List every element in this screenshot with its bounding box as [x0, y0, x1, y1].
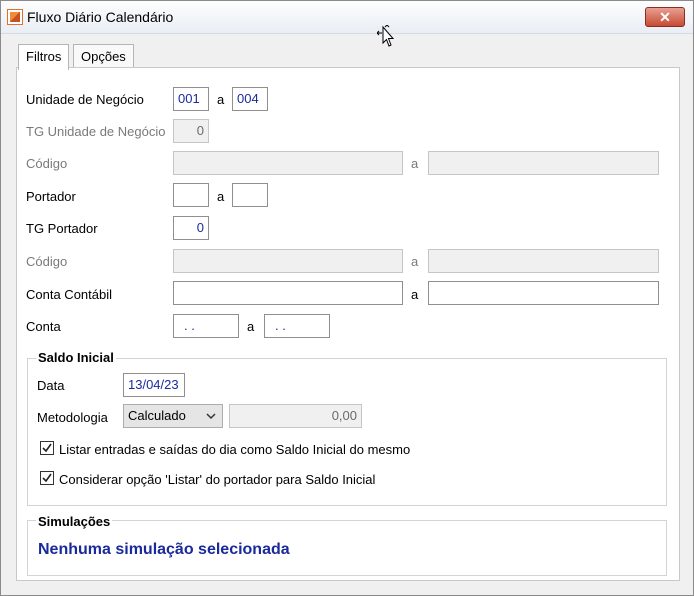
- window-title: Fluxo Diário Calendário: [27, 9, 174, 25]
- tab-filtros[interactable]: Filtros: [18, 44, 70, 70]
- tab-filtros-label: Filtros: [26, 49, 62, 64]
- conta-to-input[interactable]: . .: [264, 314, 330, 338]
- tg-portador-label: TG Portador: [26, 221, 98, 236]
- title-bar[interactable]: Fluxo Diário Calendário ✕: [1, 1, 693, 34]
- codigo-1-label: Código: [26, 156, 68, 171]
- app-icon: [7, 9, 23, 25]
- move-cursor-icon: [377, 25, 395, 47]
- tg-unidade-label: TG Unidade de Negócio: [26, 124, 166, 139]
- metodologia-value: Calculado: [128, 408, 186, 423]
- portador-from-input[interactable]: [173, 183, 209, 207]
- codigo-1-to-input[interactable]: [428, 151, 659, 175]
- unidade-label: Unidade de Negócio: [26, 92, 144, 107]
- conta-contabil-sep: a: [411, 287, 419, 302]
- conta-contabil-from-input[interactable]: [173, 281, 403, 305]
- codigo-2-to-input[interactable]: [428, 249, 659, 273]
- tab-opcoes-label: Opções: [81, 49, 126, 64]
- check-icon: [42, 443, 52, 453]
- valor-input[interactable]: 0,00: [229, 404, 362, 428]
- saldo-inicial-title: Saldo Inicial: [36, 350, 116, 365]
- considerar-listar-label[interactable]: Considerar opção 'Listar' do portador pa…: [59, 472, 375, 487]
- listar-entradas-label[interactable]: Listar entradas e saídas do dia como Sal…: [59, 442, 410, 457]
- conta-contabil-label: Conta Contábil: [26, 287, 112, 302]
- conta-label: Conta: [26, 319, 61, 334]
- unidade-sep: a: [217, 92, 225, 107]
- considerar-listar-checkbox[interactable]: [40, 471, 54, 485]
- conta-from-input[interactable]: . .: [173, 314, 239, 338]
- metodologia-select[interactable]: Calculado: [123, 404, 223, 428]
- conta-contabil-to-input[interactable]: [428, 281, 659, 305]
- portador-to-input[interactable]: [232, 183, 268, 207]
- portador-sep: a: [217, 189, 225, 204]
- simulacoes-title: Simulações: [36, 514, 113, 529]
- unidade-from-input[interactable]: 001: [173, 87, 209, 111]
- codigo-2-sep: a: [411, 254, 419, 269]
- conta-sep: a: [247, 319, 255, 334]
- close-icon: ✕: [659, 9, 671, 25]
- tg-unidade-input[interactable]: 0: [173, 119, 209, 143]
- codigo-2-from-input[interactable]: [173, 249, 403, 273]
- data-input[interactable]: 13/04/23: [123, 373, 185, 397]
- codigo-1-from-input[interactable]: [173, 151, 403, 175]
- codigo-1-sep: a: [411, 156, 419, 171]
- data-label: Data: [37, 378, 65, 393]
- codigo-2-label: Código: [26, 254, 68, 269]
- tg-portador-input[interactable]: 0: [173, 216, 209, 240]
- listar-entradas-checkbox[interactable]: [40, 441, 54, 455]
- simulacao-status-text: Nenhuma simulação selecionada: [38, 541, 290, 558]
- window: Fluxo Diário Calendário ✕ Filtros Opções…: [0, 0, 694, 596]
- unidade-to-input[interactable]: 004: [232, 87, 268, 111]
- portador-label: Portador: [26, 189, 76, 204]
- chevron-down-icon: [206, 413, 216, 420]
- tab-opcoes[interactable]: Opções: [73, 44, 134, 69]
- check-icon: [42, 473, 52, 483]
- filtros-panel: Unidade de Negócio 001 a 004 TG Unidade …: [16, 67, 680, 581]
- metodologia-label: Metodologia: [37, 410, 108, 425]
- close-button[interactable]: ✕: [645, 7, 685, 27]
